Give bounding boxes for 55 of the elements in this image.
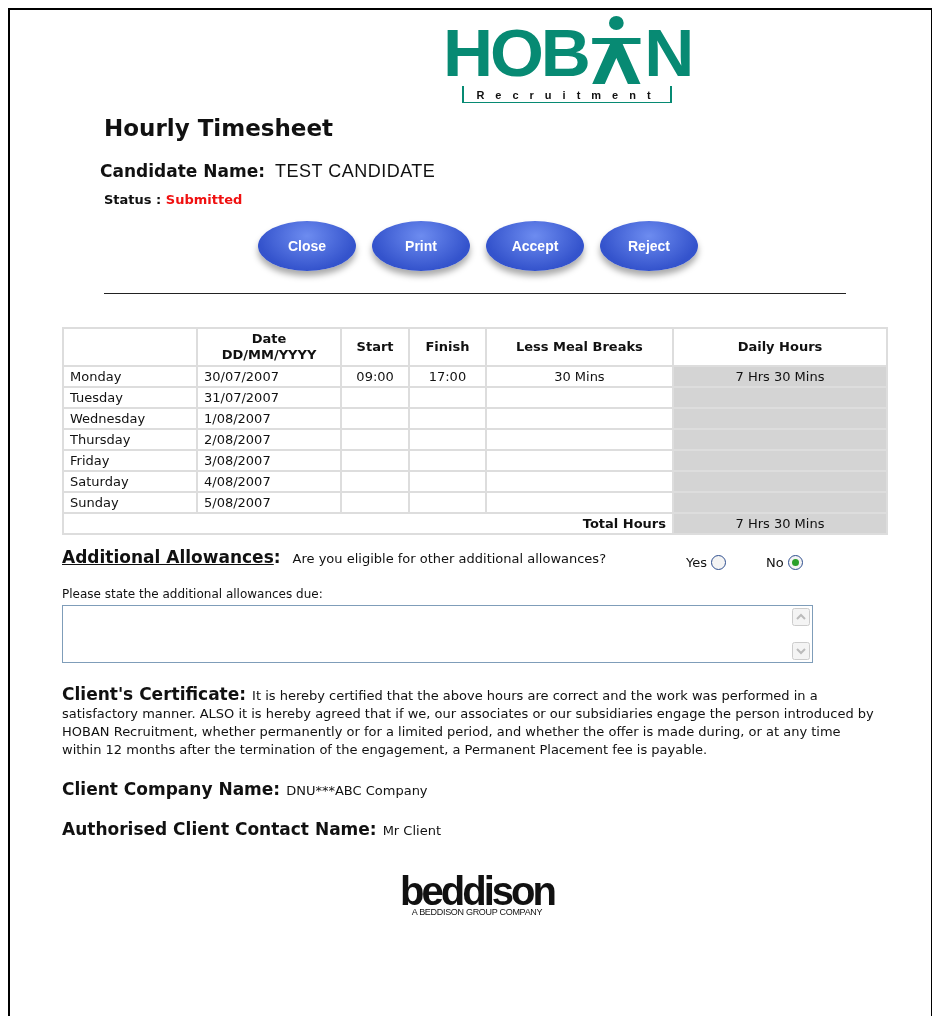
allowances-text-area[interactable] bbox=[62, 605, 813, 663]
table-cell: Saturday bbox=[64, 472, 196, 491]
question-text: Are you eligible for other additional allowances? bbox=[292, 551, 607, 566]
footer-tagline: A BEDDISON GROUP COMPANY bbox=[411, 907, 543, 917]
candidate-name: TEST CANDIDATE bbox=[275, 161, 436, 181]
certificate-paragraph: Client's Certificate: It is hereby certified that the above hours are correct and the work was performed in a satisfactory manner. ALSO it is hereby agreed that if we, our associates or our subsidiaries engage the person introduced by HOBAN Recruitment, whether permanently or for a limited period, and whether the offer is made during, or at any time within 12 months after the termination of the engagement, a Permanent Placement fee is payable. bbox=[62, 685, 875, 759]
field-value: Mr Client bbox=[382, 823, 441, 838]
table-cell: 2/08/2007 bbox=[198, 430, 341, 449]
field-label: Status : bbox=[104, 192, 162, 207]
field-label: Authorised Client Contact Name: bbox=[62, 819, 377, 839]
scroll-down-icon[interactable] bbox=[792, 642, 810, 660]
field-label: Candidate Name: bbox=[100, 161, 265, 181]
action-button[interactable]: Close bbox=[258, 221, 356, 271]
option-label: No bbox=[766, 555, 784, 570]
table-cell: 17:00 bbox=[428, 369, 467, 384]
table-cell: 7 Hrs 30 Mins bbox=[735, 369, 825, 384]
field-label: Please state the additional allowances due: bbox=[62, 587, 324, 601]
table-cell: 4/08/2007 bbox=[198, 472, 341, 491]
action-button[interactable]: Print bbox=[372, 221, 470, 271]
table-cell: Tuesday bbox=[64, 388, 196, 407]
table-cell: Sunday bbox=[64, 493, 196, 512]
table-cell: 5/08/2007 bbox=[198, 493, 341, 512]
column-header: Daily Hours bbox=[674, 329, 886, 365]
logo-text: N bbox=[644, 22, 692, 84]
table-cell: Wednesday bbox=[64, 409, 196, 428]
table-cell: Friday bbox=[64, 451, 196, 470]
table-cell: 3/08/2007 bbox=[198, 451, 341, 470]
action-button[interactable]: Reject bbox=[600, 221, 698, 271]
table-cell: 1/08/2007 bbox=[198, 409, 341, 428]
table-cell: Monday bbox=[64, 367, 196, 386]
field-label: Client Company Name: bbox=[62, 779, 281, 799]
table-cell: 30 Mins bbox=[554, 369, 605, 384]
status-value: Submitted bbox=[165, 192, 243, 207]
action-button[interactable]: Accept bbox=[486, 221, 584, 271]
radio-button[interactable] bbox=[711, 555, 726, 570]
table-cell: 30/07/2007 bbox=[198, 367, 341, 386]
total-label: Total Hours bbox=[582, 516, 666, 531]
page-title: Hourly Timesheet bbox=[104, 115, 335, 141]
option-label: Yes bbox=[686, 555, 707, 570]
section-heading: Additional Allowances bbox=[62, 547, 274, 567]
logo-text: HOB bbox=[442, 22, 588, 84]
footer-logo: beddison bbox=[400, 875, 554, 907]
table-cell: Thursday bbox=[64, 430, 196, 449]
heading-colon: : bbox=[273, 547, 281, 567]
table-cell: 09:00 bbox=[356, 369, 394, 384]
column-header: Finish bbox=[410, 329, 485, 365]
scroll-up-icon[interactable] bbox=[792, 608, 810, 626]
column-header: Less Meal Breaks bbox=[486, 329, 672, 365]
total-value: 7 Hrs 30 Mins bbox=[735, 516, 825, 531]
table-cell: 31/07/2007 bbox=[198, 388, 341, 407]
logo-tagline: Recruitment bbox=[462, 86, 672, 103]
radio-button[interactable] bbox=[787, 555, 803, 570]
field-value: DNU***ABC Company bbox=[286, 783, 428, 798]
column-header: Start bbox=[342, 329, 409, 365]
column-header: Date DD/MM/YYYY bbox=[198, 329, 341, 365]
